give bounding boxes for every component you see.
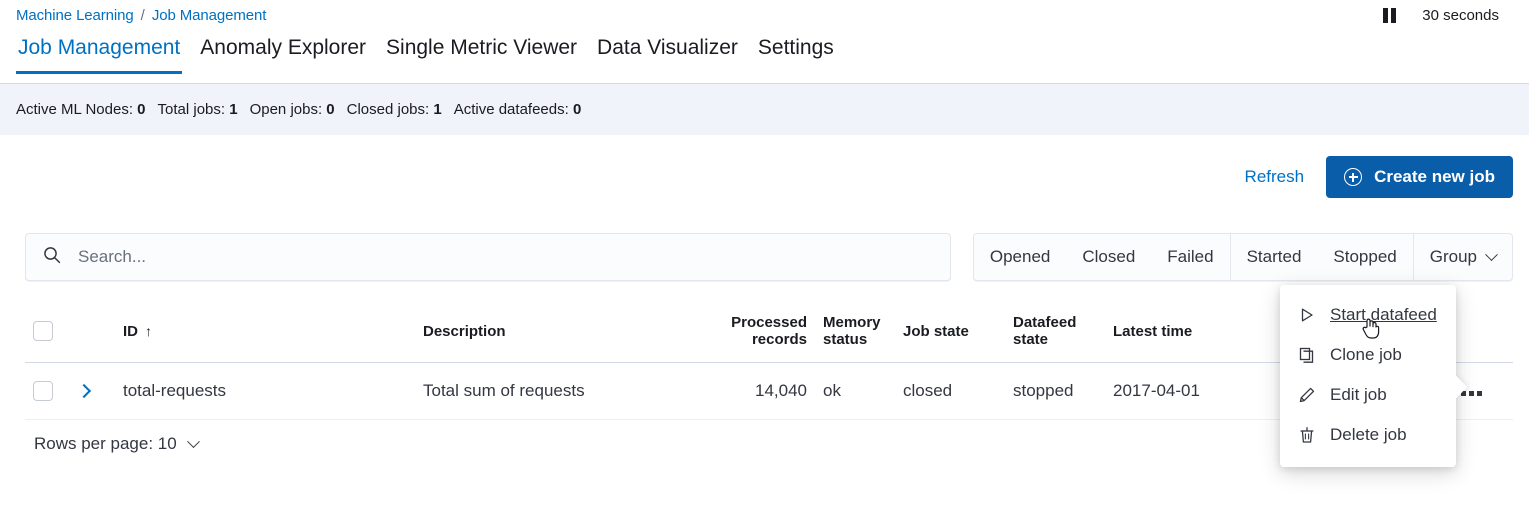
menu-item-label: Clone job (1330, 345, 1402, 364)
table-toolbar: Opened Closed Failed Started Stopped Gro… (25, 233, 1513, 281)
page-actions: Refresh Create new job (1245, 156, 1513, 198)
stat-value: 1 (433, 101, 442, 118)
ml-stats-bar: Active ML Nodes: 0 Total jobs: 1 Open jo… (0, 83, 1529, 135)
breadcrumb-bar: Machine Learning / Job Management 30 sec… (0, 0, 1529, 30)
search-input[interactable] (76, 246, 934, 268)
stat-closed-jobs: Closed jobs: 1 (347, 101, 442, 118)
row-expand-cell (71, 362, 115, 420)
breadcrumb-separator: / (140, 6, 145, 24)
stat-label: Active ML Nodes: (16, 101, 133, 118)
breadcrumb-item-machine-learning[interactable]: Machine Learning (16, 7, 134, 24)
stat-value: 1 (229, 101, 238, 118)
header-actions (1453, 300, 1513, 363)
tab-anomaly-explorer[interactable]: Anomaly Explorer (190, 30, 376, 74)
header-memory-status[interactable]: Memory status (815, 300, 895, 363)
menu-item-delete-job[interactable]: Delete job (1280, 415, 1456, 455)
header-select-all (25, 300, 71, 363)
arrow-up-icon: ↑ (145, 322, 152, 339)
filter-started-button[interactable]: Started (1231, 234, 1318, 280)
create-new-job-label: Create new job (1374, 167, 1495, 186)
refresh-interval-label[interactable]: 30 seconds (1422, 7, 1499, 24)
menu-item-label: Delete job (1330, 425, 1407, 444)
cell-datafeed-state: stopped (1005, 362, 1105, 420)
play-icon (1298, 306, 1316, 324)
tab-job-management[interactable]: Job Management (8, 30, 190, 74)
row-select-cell (25, 362, 71, 420)
stat-label: Total jobs: (157, 101, 226, 118)
search-icon (42, 245, 62, 270)
tab-data-visualizer[interactable]: Data Visualizer (587, 30, 748, 74)
menu-item-edit-job[interactable]: Edit job (1280, 375, 1456, 415)
filter-button-group: Opened Closed Failed Started Stopped Gro… (972, 233, 1513, 281)
header-id[interactable]: ID ↑ (115, 300, 415, 363)
create-new-job-button[interactable]: Create new job (1326, 156, 1513, 198)
search-box[interactable] (25, 233, 951, 281)
trash-icon (1298, 426, 1316, 444)
filter-group-label: Group (1429, 247, 1477, 266)
filter-group-dropdown[interactable]: Group (1414, 234, 1512, 280)
menu-item-start-datafeed[interactable]: Start datafeed (1280, 295, 1456, 335)
filter-stopped-button[interactable]: Stopped (1317, 234, 1412, 280)
cell-processed-records: 14,040 (705, 362, 815, 420)
row-checkbox[interactable] (33, 381, 53, 401)
tab-settings[interactable]: Settings (748, 30, 844, 74)
chevron-right-icon[interactable] (76, 383, 92, 399)
stat-total-jobs: Total jobs: 1 (158, 101, 238, 118)
rows-per-page-selector[interactable]: Rows per page: 10 (34, 434, 200, 454)
header-job-state[interactable]: Job state (895, 300, 1005, 363)
chevron-down-icon (186, 434, 200, 448)
filter-closed-button[interactable]: Closed (1066, 234, 1151, 280)
stat-value: 0 (326, 101, 335, 118)
menu-item-label: Edit job (1330, 385, 1387, 404)
stat-label: Open jobs: (249, 101, 323, 118)
filter-failed-button[interactable]: Failed (1151, 234, 1229, 280)
refresh-status-group: 30 seconds (1383, 7, 1513, 24)
cell-memory-status: ok (815, 362, 895, 420)
ellipsis-horizontal-icon[interactable] (1461, 391, 1482, 396)
select-all-checkbox[interactable] (33, 321, 53, 341)
stat-label: Active datafeeds: (453, 101, 569, 118)
pause-icon[interactable] (1383, 7, 1397, 23)
plus-in-circle-icon (1344, 168, 1363, 186)
cell-job-state: closed (895, 362, 1005, 420)
header-processed-records[interactable]: Processed records (705, 300, 815, 363)
pencil-icon (1298, 386, 1316, 404)
copy-icon (1298, 346, 1316, 364)
stat-active-ml-nodes: Active ML Nodes: 0 (16, 101, 146, 118)
chevron-down-icon (1485, 247, 1498, 261)
header-datafeed-state[interactable]: Datafeed state (1005, 300, 1105, 363)
menu-item-label: Start datafeed (1330, 305, 1437, 324)
menu-item-clone-job[interactable]: Clone job (1280, 335, 1456, 375)
header-description[interactable]: Description (415, 300, 705, 363)
cell-id: total-requests (115, 362, 415, 420)
cell-description: Total sum of requests (415, 362, 705, 420)
tab-single-metric-viewer[interactable]: Single Metric Viewer (376, 30, 587, 74)
stat-label: Closed jobs: (346, 101, 430, 118)
refresh-button[interactable]: Refresh (1245, 167, 1305, 187)
rows-per-page-label: Rows per page: 10 (34, 434, 177, 453)
header-id-label: ID (123, 322, 138, 340)
tab-bar: Job Management Anomaly Explorer Single M… (0, 30, 1529, 82)
stat-value: 0 (572, 101, 582, 118)
breadcrumb-item-job-management[interactable]: Job Management (152, 7, 267, 24)
job-actions-popover: Start datafeed Clone job Edit job Delete… (1280, 285, 1456, 467)
stat-open-jobs: Open jobs: 0 (250, 101, 335, 118)
stat-active-datafeeds: Active datafeeds: 0 (454, 101, 582, 118)
stat-value: 0 (137, 101, 146, 118)
header-expand (71, 300, 115, 363)
filter-opened-button[interactable]: Opened (974, 234, 1067, 280)
